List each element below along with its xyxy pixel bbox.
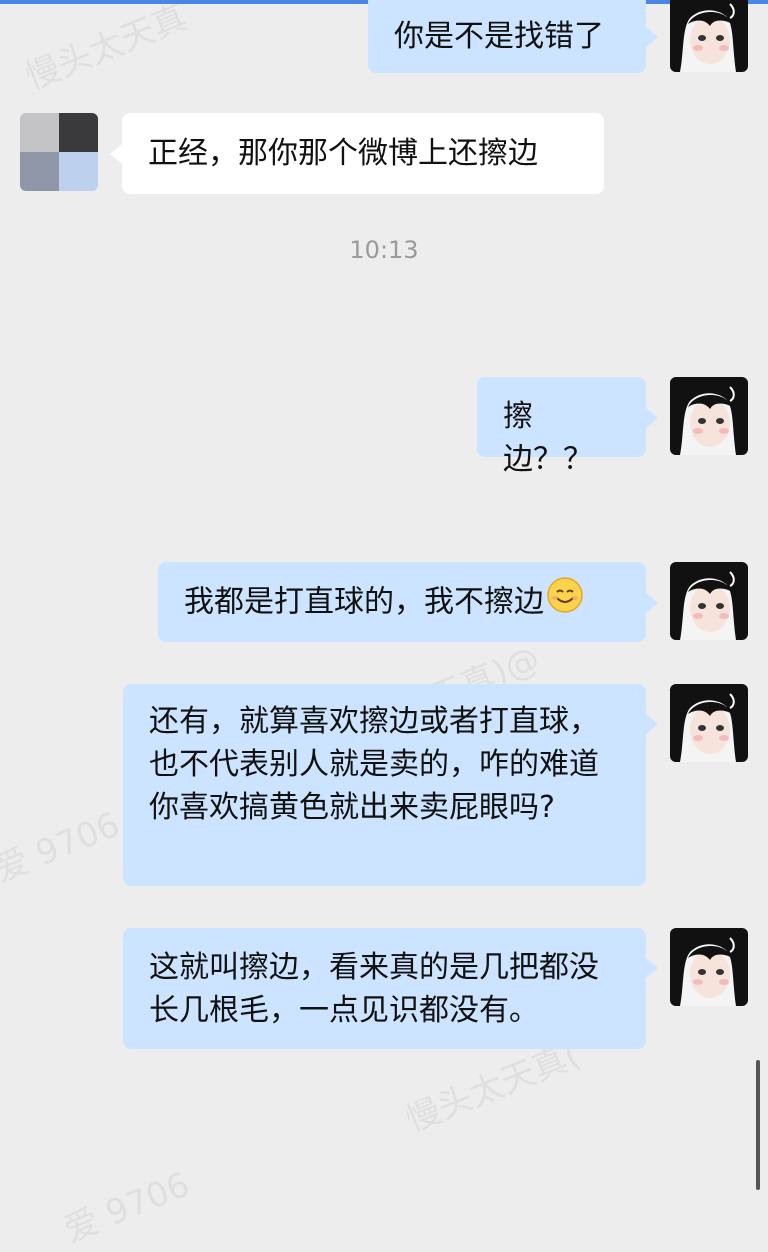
bubble-tail: [646, 27, 658, 47]
message-bubble-outgoing[interactable]: 还有，就算喜欢擦边或者打直球，也不代表别人就是卖的，咋的难道你喜欢搞黄色就出来卖…: [123, 684, 646, 886]
message-bubble-outgoing[interactable]: 你是不是找错了: [368, 0, 646, 73]
scrollbar[interactable]: [756, 1060, 760, 1190]
bubble-tail: [110, 144, 122, 164]
self-avatar[interactable]: [670, 684, 748, 762]
anime-girl-avatar-icon: [670, 377, 748, 455]
watermark: 爱 9706: [58, 1164, 196, 1251]
watermark: 爱 9706: [0, 804, 126, 891]
message-text: 你是不是找错了: [394, 19, 604, 54]
self-avatar[interactable]: [670, 562, 748, 640]
message-text: 这就叫擦边，看来真的是几把都没长几根毛，一点见识都没有。: [149, 950, 599, 1028]
contact-avatar[interactable]: [20, 113, 98, 191]
message-bubble-outgoing[interactable]: 这就叫擦边，看来真的是几把都没长几根毛，一点见识都没有。: [123, 928, 646, 1049]
self-avatar[interactable]: [670, 928, 748, 1006]
anime-girl-avatar-icon: [670, 928, 748, 1006]
watermark: 慢头太天真: [20, 0, 193, 99]
anime-girl-avatar-icon: [670, 684, 748, 762]
bubble-tail: [646, 408, 658, 428]
message-timestamp: 10:13: [349, 236, 419, 264]
chat-area[interactable]: 慢头太天真 爱 9706 (慢天真)@ 慢头太天真( 爱 9706 你是不是找错…: [0, 0, 768, 1251]
message-bubble-outgoing[interactable]: 擦边？？: [477, 377, 646, 477]
anime-girl-avatar-icon: [670, 562, 748, 640]
message-text: 还有，就算喜欢擦边或者打直球，也不代表别人就是卖的，咋的难道你喜欢搞黄色就出来卖…: [149, 704, 599, 825]
anime-girl-avatar-icon: [670, 0, 748, 72]
message-bubble-outgoing[interactable]: 我都是打直球的，我不擦边: [158, 562, 646, 642]
bubble-tail: [646, 714, 658, 734]
bubble-tail: [646, 593, 658, 613]
pixelated-avatar-icon: [20, 113, 98, 191]
message-text: 正经，那你那个微博上还擦边: [148, 136, 538, 171]
bubble-tail: [646, 958, 658, 978]
self-avatar[interactable]: [670, 377, 748, 455]
message-bubble-incoming[interactable]: 正经，那你那个微博上还擦边: [122, 113, 604, 194]
message-text: 擦边？？: [503, 399, 593, 477]
message-text: 我都是打直球的，我不擦边: [184, 584, 544, 620]
self-avatar[interactable]: [670, 0, 748, 72]
smile-emoji-icon: [546, 576, 584, 626]
